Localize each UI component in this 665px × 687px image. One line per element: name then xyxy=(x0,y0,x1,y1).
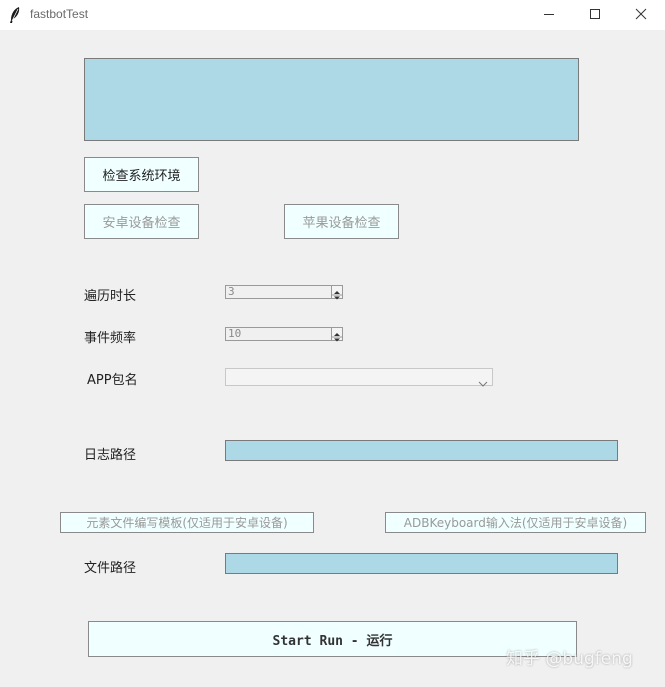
minimize-icon xyxy=(544,14,554,15)
chevron-down-icon[interactable] xyxy=(478,373,488,392)
frequency-value: 10 xyxy=(228,327,242,340)
window-title: fastbotTest xyxy=(30,7,89,21)
ios-device-check-button[interactable]: 苹果设备检查 xyxy=(284,204,399,239)
file-path-label: 文件路径 xyxy=(84,561,137,576)
close-button[interactable] xyxy=(619,0,665,30)
frequency-label: 事件频率 xyxy=(84,331,137,346)
duration-label: 遍历时长 xyxy=(84,289,137,304)
frequency-spinbox[interactable]: 10 xyxy=(225,327,343,342)
android-device-check-button[interactable]: 安卓设备检查 xyxy=(84,204,199,239)
duration-spinbox[interactable]: 3 xyxy=(225,285,343,300)
maximize-button[interactable] xyxy=(573,0,619,30)
feather-icon xyxy=(8,6,22,24)
check-environment-button[interactable]: 检查系统环境 xyxy=(84,157,199,192)
file-path-input[interactable] xyxy=(225,553,618,574)
minimize-button[interactable] xyxy=(527,0,573,30)
adb-keyboard-button[interactable]: ADBKeyboard输入法(仅适用于安卓设备) xyxy=(385,512,646,533)
package-name-label: APP包名 xyxy=(87,373,138,388)
element-template-button[interactable]: 元素文件编写模板(仅适用于安卓设备) xyxy=(60,512,314,533)
spin-arrows-icon[interactable] xyxy=(331,328,342,342)
maximize-icon xyxy=(590,9,600,19)
duration-value: 3 xyxy=(228,285,235,298)
watermark: 知乎 @bugfeng xyxy=(506,649,633,669)
spin-arrows-icon[interactable] xyxy=(331,286,342,300)
close-icon xyxy=(635,8,647,20)
log-path-label: 日志路径 xyxy=(84,448,137,463)
package-name-combobox[interactable] xyxy=(225,368,493,387)
output-text-area[interactable] xyxy=(84,58,579,141)
log-path-input[interactable] xyxy=(225,440,618,461)
title-bar: fastbotTest xyxy=(0,0,665,30)
start-run-button[interactable]: Start Run - 运行 xyxy=(88,621,577,657)
